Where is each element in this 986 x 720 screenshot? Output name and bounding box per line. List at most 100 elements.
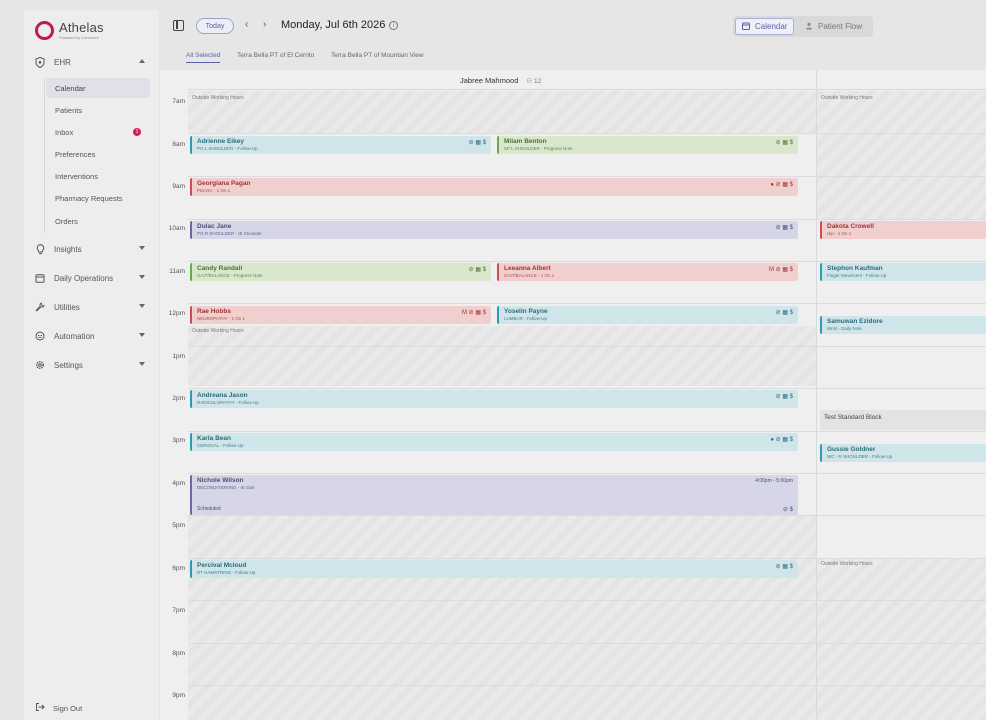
sidebar-toggle-icon[interactable] [173, 20, 184, 31]
sidebar-section-insights[interactable]: Insights [34, 238, 149, 260]
patient-name: Leeanna Albert [504, 265, 551, 272]
appointment-card[interactable]: Leeanna Albert GAIT/BALANCE - 1 On 1 M ⊘… [497, 263, 798, 281]
appointment-card[interactable]: Yoselin Payne LUMBAR - Follow-Up ⊘ ▦ $ [497, 306, 798, 324]
visit-type: RT HAMSTRING - Follow-Up [197, 570, 256, 575]
outside-hours-region [188, 515, 816, 720]
outside-hours-label: Outside Working Hours [821, 95, 873, 101]
appointment-card[interactable]: Percival Mcloud RT HAMSTRING - Follow-Up… [190, 560, 798, 578]
hour-line [188, 643, 986, 644]
visit-type: NEUROPATHY - 1 On 1 [197, 316, 246, 321]
appointment-card[interactable]: Rae Hobbs NEUROPATHY - 1 On 1 M ⊘ ▦ $ [190, 306, 491, 324]
appointment-card[interactable]: Andreana Jason RADICULOPATHY - Follow-Up… [190, 390, 798, 408]
appointment-card[interactable]: Nichole Wilson DECONDITIONING - IE Gait … [190, 475, 798, 515]
sidebar-section-label: Settings [54, 360, 83, 370]
sidebar-section-label: Daily Operations [54, 273, 114, 283]
patient-name: Percival Mcloud [197, 562, 247, 569]
hour-line [188, 515, 986, 516]
sidebar-section-utilities[interactable]: Utilities [34, 296, 149, 318]
appointment-card[interactable]: Milam Benton SP L SHOULDER - Progress No… [497, 136, 798, 154]
sidebar-section-settings[interactable]: Settings [34, 354, 149, 376]
outside-hours-label: Outside Working Hours [192, 328, 244, 334]
sidebar-section-daily-operations[interactable]: Daily Operations [34, 267, 149, 289]
previous-day-icon[interactable]: ‹ [245, 19, 248, 30]
hour-line [188, 303, 986, 304]
outside-hours-label: Outside Working Hours [192, 95, 244, 101]
status-icons: M ⊘ ▦ $ [768, 267, 793, 273]
appointment-card[interactable]: Candy Randall GAIT/BALANCE - Progress No… [190, 263, 491, 281]
outside-hours-region [817, 558, 986, 720]
visit-type: PELVIC - 1 On 1 [197, 188, 231, 193]
appointment-card[interactable]: Dakota Crowell Hip - 1 On 1 [820, 221, 986, 239]
sign-out-label: Sign Out [53, 703, 83, 713]
sidebar-section-label: Insights [54, 244, 82, 254]
hour-label: 9pm [172, 692, 185, 699]
visit-type: GAIT/BALANCE - Progress Note [197, 273, 263, 278]
patient-flow-view-button[interactable]: Patient Flow [799, 18, 868, 35]
provider-name-text: Jabree Mahmood [460, 76, 519, 85]
sidebar-item-interventions[interactable]: Interventions [46, 166, 150, 186]
person-icon [805, 22, 813, 32]
sidebar-item-inbox[interactable]: Inbox 1 [46, 122, 150, 142]
today-button[interactable]: Today [196, 18, 234, 34]
chevron-down-icon [139, 362, 145, 366]
tab-mountain-view[interactable]: Terra Bella PT of Mountain View [331, 52, 424, 59]
hour-label: 8am [172, 141, 185, 148]
calendar-view-label: Calendar [755, 22, 788, 31]
lightbulb-icon [34, 243, 46, 255]
tab-all-selected[interactable]: All Selected [186, 52, 221, 63]
calendar-icon [34, 272, 46, 284]
sidebar-item-pharmacy-requests[interactable]: Pharmacy Requests [46, 188, 150, 208]
brand-tagline: Powered by Commure [59, 35, 99, 40]
patient-name: Karla Bean [197, 435, 231, 442]
info-icon[interactable]: i [389, 21, 398, 30]
patient-name: Rae Hobbs [197, 308, 231, 315]
status-icons: ⊘ ▦ $ [775, 140, 793, 146]
outside-hours-region [188, 91, 816, 133]
sidebar: Athelas Powered by Commure EHR Calendar … [24, 10, 159, 720]
appointment-card[interactable]: Samuwan Ezidore Wrist - Daily Note [820, 316, 986, 334]
status-icons: ⊘ ▦ $ [775, 310, 793, 316]
status-icons: ⊘ ▦ $ [775, 225, 793, 231]
appointment-card[interactable]: Adrienne Eikey PO L SHOULDER - Follow-Up… [190, 136, 491, 154]
sidebar-item-patients[interactable]: Patients [46, 100, 150, 120]
patient-name: Milam Benton [504, 138, 547, 145]
submenu-rail [44, 78, 45, 233]
sidebar-item-orders[interactable]: Orders [46, 211, 150, 231]
sidebar-section-ehr[interactable]: EHR [34, 51, 149, 73]
patient-name: Stephon Kaufman [827, 265, 883, 272]
hour-label: 7pm [172, 607, 185, 614]
patient-name: Dulac Jane [197, 223, 232, 230]
hour-label: 11am [169, 268, 185, 275]
appointment-card[interactable]: Karla Bean CERVICAL - Follow-Up ● ⊘ ▦ $ [190, 433, 798, 451]
sidebar-item-preferences[interactable]: Preferences [46, 144, 150, 164]
status-icons: ⊘ ▦ $ [468, 140, 486, 146]
status-icons: ⊘ $ [782, 507, 793, 513]
sidebar-section-automation[interactable]: Automation [34, 325, 149, 347]
appointment-card[interactable]: Stephon Kaufman Finger Movement - Follow… [820, 263, 986, 281]
hour-line [188, 219, 986, 220]
hour-label: 9am [172, 183, 185, 190]
sign-out-button[interactable]: Sign Out [35, 702, 82, 714]
calendar-view-button[interactable]: Calendar [735, 18, 795, 35]
brand-name: Athelas [59, 20, 104, 35]
appointment-card[interactable]: Gussie Goldner WC - R SHOULDER - Follow-… [820, 444, 986, 462]
provider-column-divider [816, 70, 817, 720]
gear-icon [34, 359, 46, 371]
hour-line [188, 176, 986, 177]
status-icons: ⊘ ▦ $ [775, 564, 793, 570]
patient-name: Dakota Crowell [827, 223, 874, 230]
appointment-card[interactable]: Dulac Jane PO R SHOULDER - IE Shoulder ⊘… [190, 221, 798, 239]
hour-label: 4pm [172, 480, 185, 487]
hour-label: 6pm [172, 565, 185, 572]
status-icons: ⊘ ▦ $ [775, 394, 793, 400]
patient-count-value: 12 [534, 77, 542, 85]
appointment-card[interactable]: Georgiana Pagan PELVIC - 1 On 1 ● ⊘ ▦ $ [190, 178, 798, 196]
patient-name: Nichole Wilson [197, 477, 244, 484]
next-day-icon[interactable]: › [263, 19, 266, 30]
standard-block[interactable]: Test Standard Block [820, 410, 986, 430]
sidebar-item-calendar[interactable]: Calendar [46, 78, 150, 98]
hour-label: 5pm [172, 522, 185, 529]
tab-el-cerrito[interactable]: Terra Bella PT of El Cerrito [237, 52, 314, 59]
hour-line [188, 346, 986, 347]
provider-name[interactable]: Jabree Mahmood ⚇ 12 [460, 76, 541, 85]
